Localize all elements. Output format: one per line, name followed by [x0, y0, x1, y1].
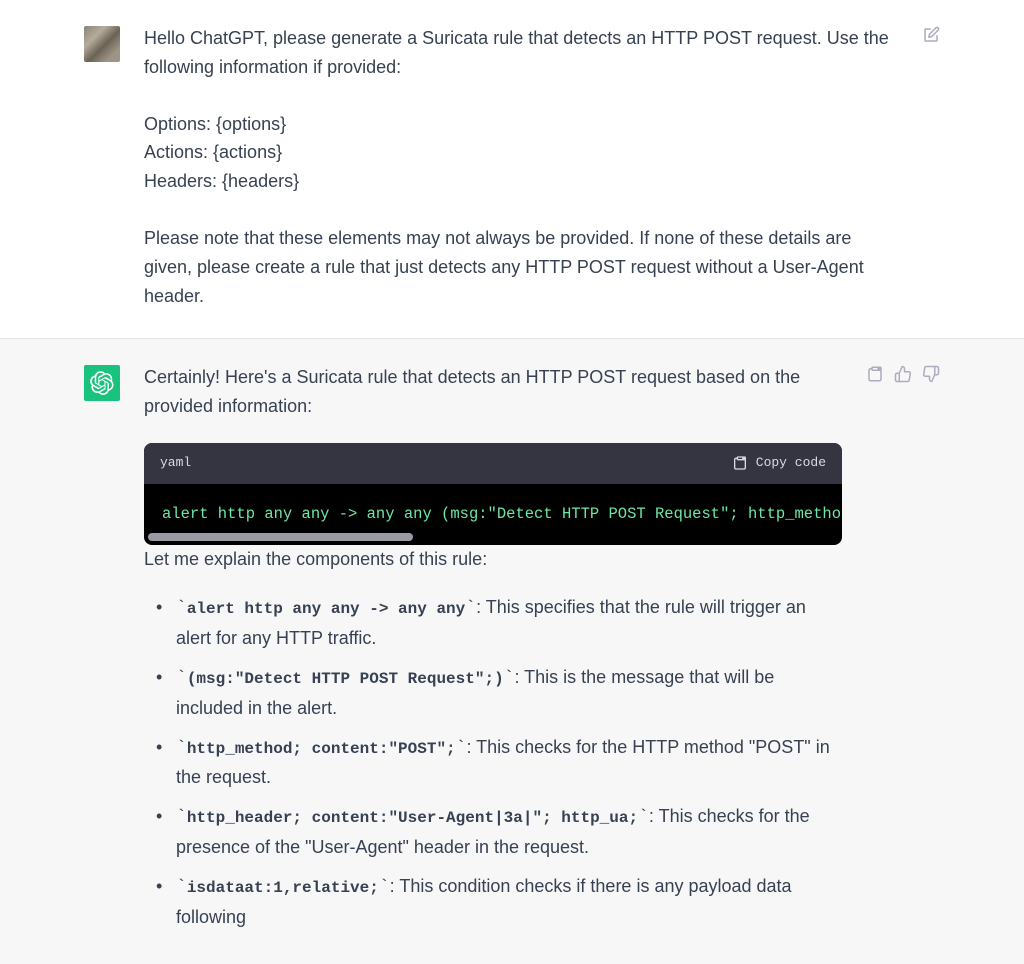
openai-logo-icon — [90, 371, 114, 395]
user-message-actions — [922, 24, 940, 310]
assistant-message-actions — [866, 363, 940, 941]
thumbs-down-icon — [922, 365, 940, 383]
inline-code: alert http any any -> any any — [187, 600, 465, 618]
edit-icon — [922, 26, 940, 44]
assistant-message-content: Certainly! Here's a Suricata rule that d… — [144, 363, 842, 941]
thumbs-down-button[interactable] — [922, 365, 940, 941]
inline-code: isdataat:1,relative; — [187, 879, 379, 897]
copy-code-label: Copy code — [756, 453, 826, 474]
list-item: `http_method; content:"POST";`: This che… — [162, 733, 842, 793]
assistant-message: Certainly! Here's a Suricata rule that d… — [0, 338, 1024, 964]
code-language-label: yaml — [160, 453, 191, 474]
copy-code-button[interactable]: Copy code — [732, 453, 826, 474]
explain-lead: Let me explain the components of this ru… — [144, 545, 842, 574]
code-block: yaml Copy code alert http any any -> any… — [144, 443, 842, 545]
user-avatar — [84, 26, 120, 62]
list-item: `alert http any any -> any any`: This sp… — [162, 593, 842, 653]
thumbs-up-icon — [894, 365, 912, 383]
assistant-intro: Certainly! Here's a Suricata rule that d… — [144, 363, 842, 421]
list-item: `isdataat:1,relative;`: This condition c… — [162, 872, 842, 932]
code-block-header: yaml Copy code — [144, 443, 842, 484]
clipboard-icon — [732, 455, 748, 471]
code-content: alert http any any -> any any (msg:"Dete… — [144, 484, 842, 545]
code-scroll-area[interactable]: alert http any any -> any any (msg:"Dete… — [144, 484, 842, 545]
thumbs-up-button[interactable] — [894, 365, 912, 941]
user-message: Hello ChatGPT, please generate a Suricat… — [0, 0, 1024, 338]
user-message-content: Hello ChatGPT, please generate a Suricat… — [144, 24, 898, 310]
copy-message-button[interactable] — [866, 365, 884, 941]
list-item: `http_header; content:"User-Agent|3a|"; … — [162, 802, 842, 862]
inline-code: (msg:"Detect HTTP POST Request";) — [187, 670, 504, 688]
edit-button[interactable] — [922, 26, 940, 310]
list-item: `(msg:"Detect HTTP POST Request";)`: Thi… — [162, 663, 842, 723]
inline-code: http_header; content:"User-Agent|3a|"; h… — [187, 809, 638, 827]
explain-list: `alert http any any -> any any`: This sp… — [144, 593, 842, 931]
user-text-options: Options: {options} — [144, 110, 898, 139]
user-text-p2: Please note that these elements may not … — [144, 224, 898, 310]
inline-code: http_method; content:"POST"; — [187, 740, 456, 758]
user-text-p1: Hello ChatGPT, please generate a Suricat… — [144, 24, 898, 82]
clipboard-icon — [866, 365, 884, 383]
user-text-actions: Actions: {actions} — [144, 138, 898, 167]
user-text-headers: Headers: {headers} — [144, 167, 898, 196]
assistant-avatar — [84, 365, 120, 401]
